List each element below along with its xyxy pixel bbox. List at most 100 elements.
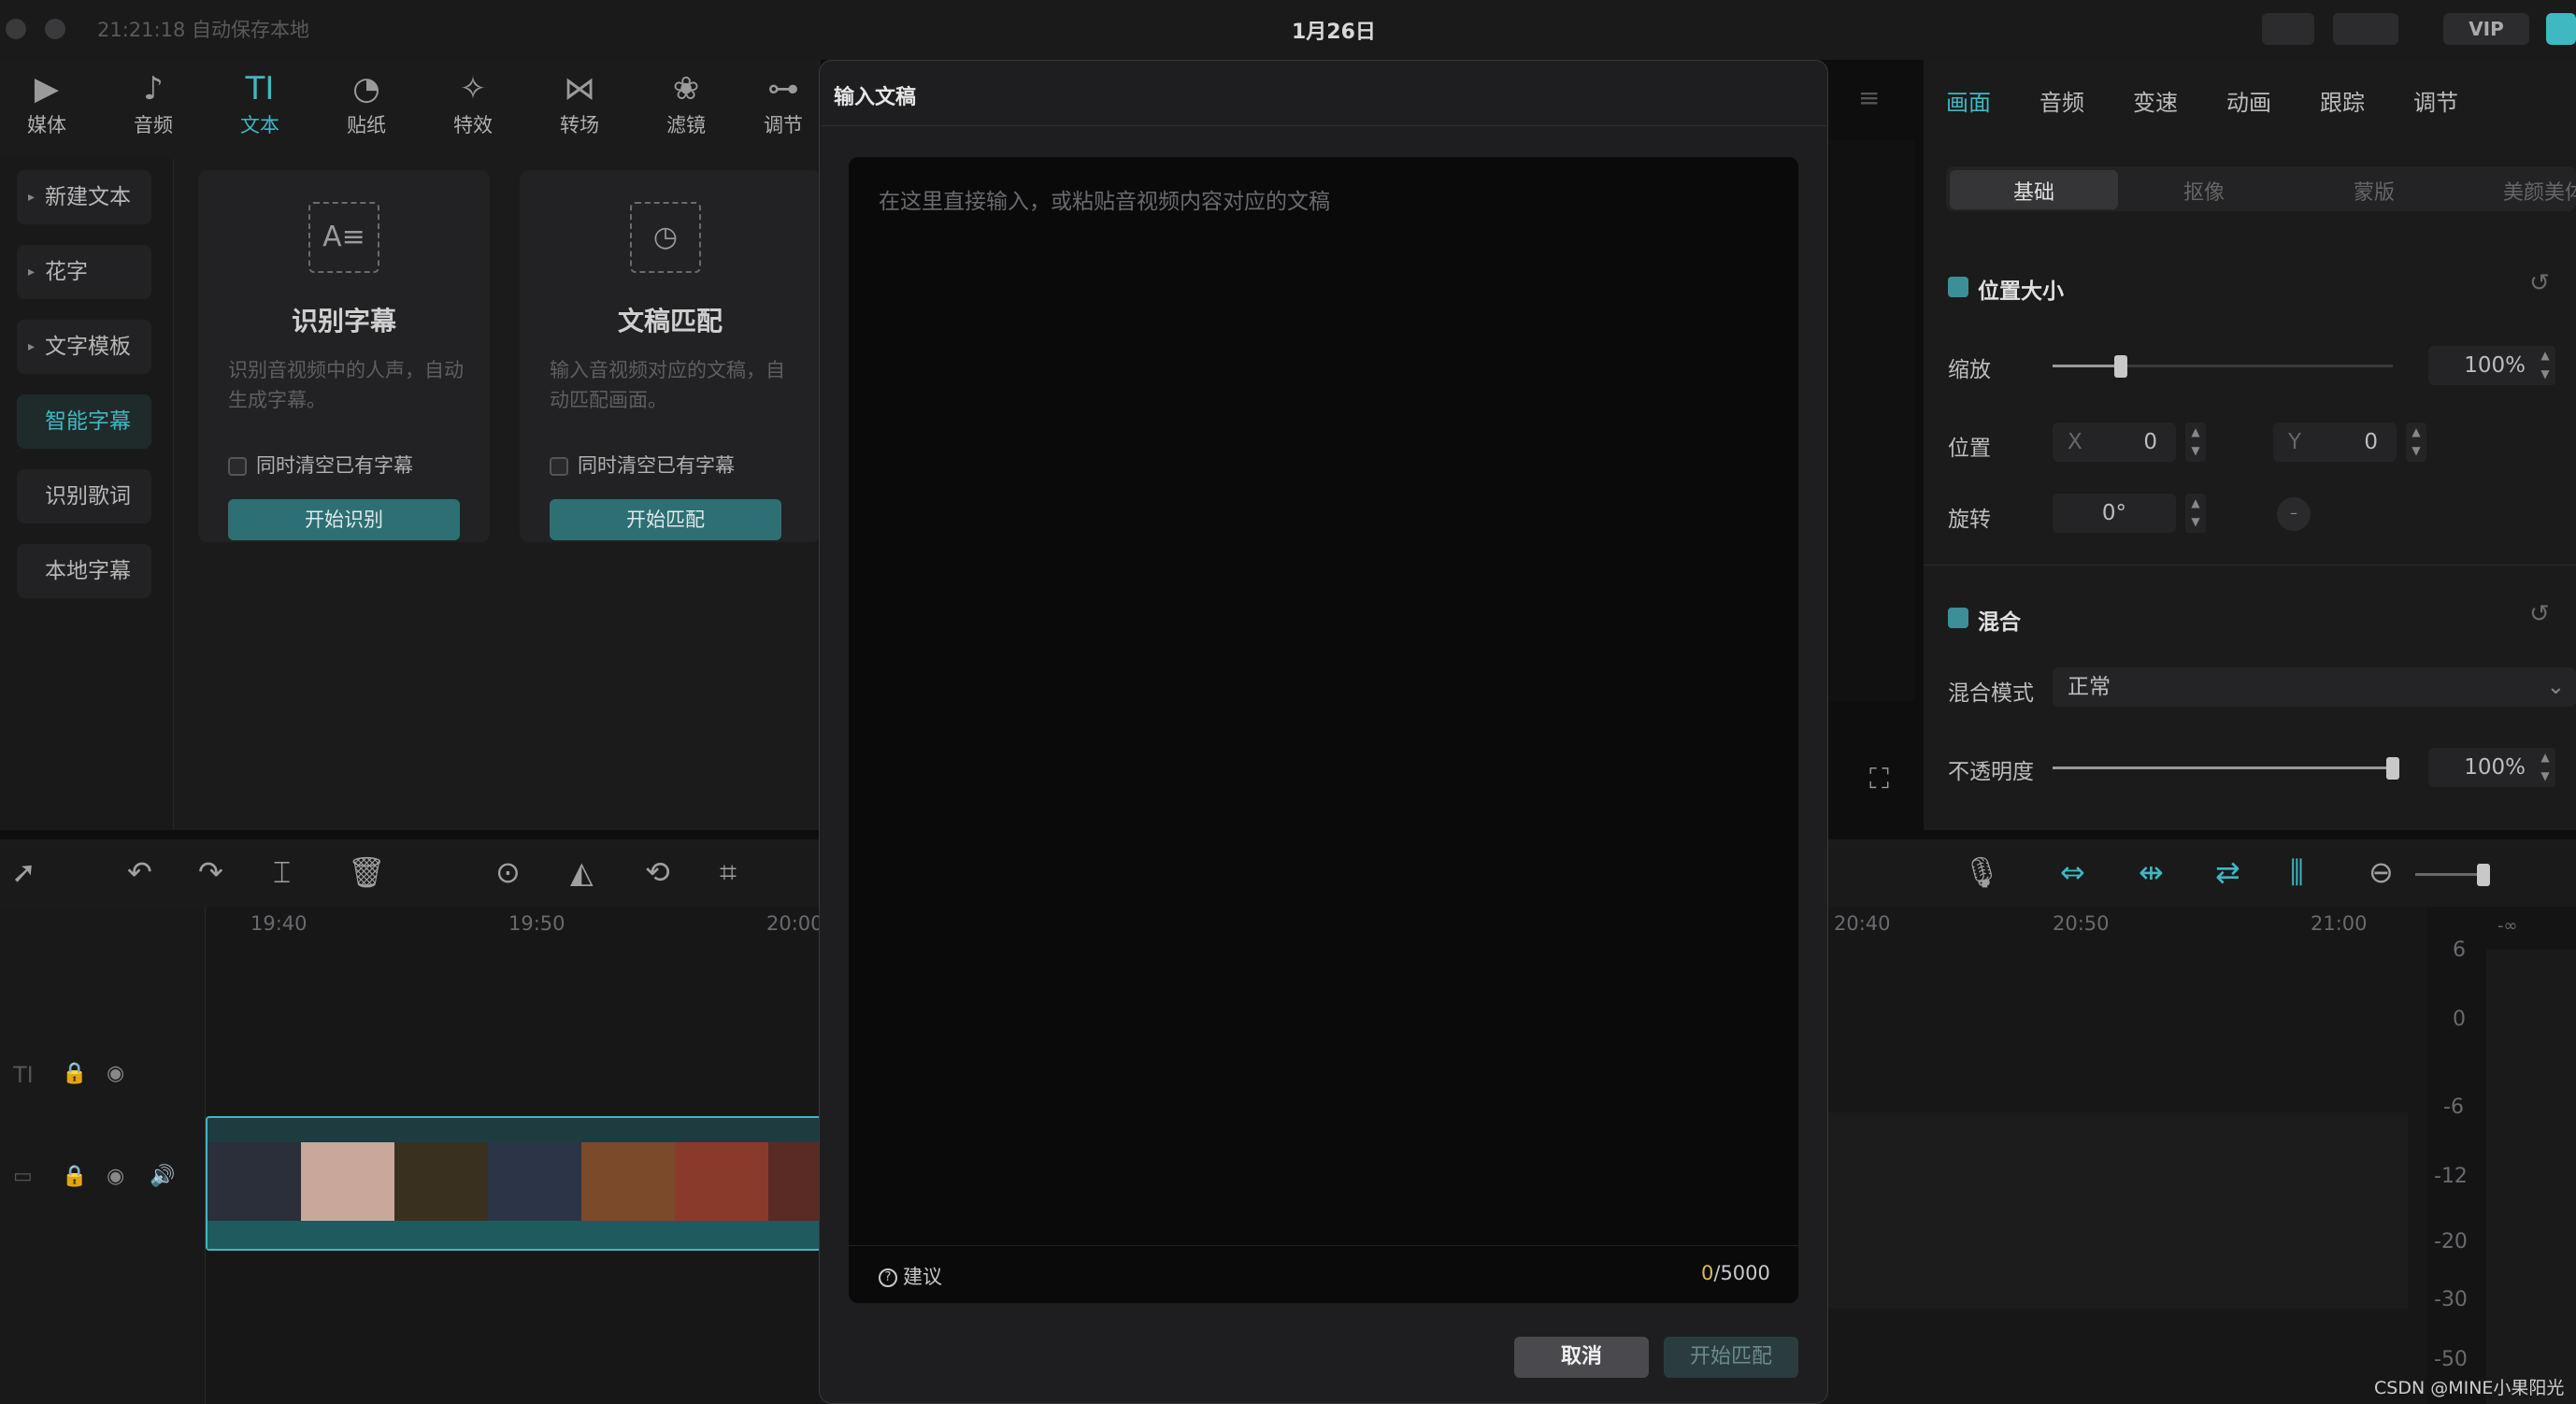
scale-slider-handle[interactable] (2113, 355, 2127, 378)
position-x-stepper[interactable]: ▲ ▼ (2185, 423, 2206, 462)
sidebar-item-local-captions[interactable]: 本地字幕 (17, 544, 151, 598)
segment-beauty[interactable]: 美颜美体 (2503, 176, 2576, 206)
sidebar-item-lyrics[interactable]: 识别歌词 (17, 469, 151, 523)
clip-thumbnail (675, 1142, 768, 1223)
divider (1924, 565, 2576, 566)
select-tool-icon[interactable]: ➚ (11, 854, 36, 890)
position-x-input[interactable]: X0 (2053, 423, 2176, 462)
dialog-title: 输入文稿 (834, 86, 917, 109)
rotate-icon[interactable]: ⟲ (645, 854, 670, 890)
meter-label: -30 (2434, 1288, 2468, 1311)
link-icon[interactable]: ⇔ (2060, 854, 2085, 890)
suggestion-link[interactable]: ? 建议 (879, 1262, 942, 1290)
tab-filter[interactable]: ❀ 滤镜 (639, 67, 733, 138)
layout-icon[interactable] (2333, 13, 2398, 45)
script-textarea[interactable] (849, 157, 1798, 1303)
segment-cutout[interactable]: 抠像 (2183, 176, 2225, 206)
ruler-tick: 20:40 (1834, 912, 1891, 935)
tab-text[interactable]: TI 文本 (213, 67, 307, 138)
sidebar-item-fancy-text[interactable]: ▸ 花字 (17, 245, 151, 299)
tab-animation[interactable]: 动画 (2226, 84, 2271, 117)
effects-icon: ✧ (459, 70, 487, 107)
close-window-button[interactable] (6, 19, 26, 39)
sidebar-item-smart-captions[interactable]: 智能字幕 (17, 394, 151, 449)
eye-icon[interactable]: ◉ (107, 1062, 124, 1085)
play-icon[interactable]: ⊙ (495, 854, 521, 890)
undo-icon[interactable]: ↶ (127, 854, 152, 890)
rotate-dial-icon[interactable]: – (2277, 497, 2311, 531)
reset-icon[interactable]: ↺ (2529, 269, 2550, 297)
caption-recognize-icon: A≡ (308, 202, 379, 273)
tab-adjust-props[interactable]: 调节 (2413, 84, 2458, 117)
blend-mode-label: 混合模式 (1948, 681, 2034, 706)
blend-mode-select[interactable]: 正常 ⌄ (2053, 667, 2576, 707)
crop-icon[interactable]: ⌗ (720, 854, 737, 891)
title-bar (0, 0, 2576, 60)
tab-adjust[interactable]: ⊶ 调节 (746, 67, 821, 138)
vip-badge[interactable]: VIP (2443, 13, 2529, 45)
timeline-track-area (1828, 1112, 2408, 1309)
start-recognize-button[interactable]: 开始识别 (228, 499, 460, 540)
cancel-button[interactable]: 取消 (1514, 1337, 1649, 1378)
tab-transition[interactable]: ⋈ 转场 (533, 67, 626, 138)
ruler-tick: 20:00 (766, 912, 823, 935)
meter-label: 6 (2453, 938, 2466, 962)
position-size-checkbox[interactable] (1948, 277, 1968, 297)
scale-slider-fill (2053, 365, 2121, 367)
sidebar-item-text-template[interactable]: ▸ 文字模板 (17, 320, 151, 374)
mirror-icon[interactable]: ◭ (570, 854, 594, 890)
opacity-stepper[interactable]: ▲ ▼ (2535, 748, 2555, 787)
tab-tracking[interactable]: 跟踪 (2320, 84, 2365, 117)
eye-icon[interactable]: ◉ (107, 1165, 124, 1188)
keyboard-icon[interactable] (2262, 13, 2314, 45)
tab-effects[interactable]: ✧ 特效 (426, 67, 520, 138)
scale-input[interactable]: 100% (2428, 346, 2544, 385)
sidebar-item-new-text[interactable]: ▸ 新建文本 (17, 170, 151, 224)
tab-audio[interactable]: ♪ 音频 (107, 67, 200, 138)
position-y-input[interactable]: Y0 (2273, 423, 2397, 462)
delete-icon[interactable]: 🗑 (348, 854, 386, 890)
minimize-window-button[interactable] (45, 19, 65, 39)
volume-icon[interactable]: 🔊 (150, 1165, 175, 1188)
script-match-card: ◷ 文稿匹配 输入音视频对应的文稿，自动匹配画面。 同时清空已有字幕 开始匹配 (520, 170, 821, 542)
ruler-tick: 21:00 (2311, 912, 2368, 935)
lock-icon[interactable]: 🔒 (62, 1062, 87, 1085)
adjust-icon: ⊶ (767, 70, 799, 107)
tab-media[interactable]: ▶ 媒体 (0, 67, 93, 138)
audio-meter-bars (2486, 950, 2576, 1404)
start-match-button[interactable]: 开始匹配 (550, 499, 781, 540)
tab-speed[interactable]: 变速 (2133, 84, 2178, 117)
start-match-dialog-button[interactable]: 开始匹配 (1664, 1337, 1798, 1378)
lock-icon[interactable]: 🔒 (62, 1165, 87, 1188)
scale-stepper[interactable]: ▲ ▼ (2535, 346, 2555, 385)
snap-icon[interactable]: ⇹ (2139, 854, 2164, 890)
tab-sticker[interactable]: ◔ 贴纸 (320, 67, 413, 138)
preview-axis-icon[interactable]: ⫼ (2290, 854, 2304, 891)
tab-audio-props[interactable]: 音频 (2039, 84, 2084, 117)
opacity-input[interactable]: 100% (2428, 748, 2544, 787)
link-clips-icon[interactable]: ⇄ (2215, 854, 2240, 890)
clear-captions-checkbox[interactable]: 同时清空已有字幕 (550, 451, 735, 479)
clear-captions-checkbox[interactable]: 同时清空已有字幕 (228, 451, 413, 479)
clip-thumbnail (394, 1142, 488, 1223)
ruler-tick: 19:40 (250, 912, 308, 935)
blend-checkbox[interactable] (1948, 608, 1968, 628)
split-icon[interactable]: ⌶ (273, 854, 291, 891)
fullscreen-icon[interactable]: ⛶ (1869, 763, 1889, 795)
sticker-icon: ◔ (352, 70, 380, 107)
export-button[interactable] (2546, 13, 2576, 45)
reset-icon[interactable]: ↺ (2529, 600, 2550, 628)
zoom-out-icon[interactable]: ⊖ (2368, 854, 2394, 890)
zoom-slider-handle[interactable] (2477, 864, 2490, 886)
rotate-input[interactable]: 0° (2053, 494, 2176, 533)
segment-mask[interactable]: 蒙版 (2354, 176, 2395, 206)
redo-icon[interactable]: ↷ (198, 854, 223, 890)
segment-basic[interactable]: 基础 (2013, 176, 2054, 206)
rotate-stepper[interactable]: ▲ ▼ (2185, 494, 2206, 533)
opacity-slider-handle[interactable] (2386, 757, 2399, 780)
microphone-icon[interactable]: 🎙 (1963, 854, 2001, 890)
position-y-stepper[interactable]: ▲ ▼ (2406, 423, 2426, 462)
player-preview (1830, 140, 1914, 701)
tab-picture[interactable]: 画面 (1946, 84, 1991, 117)
menu-icon[interactable]: ≡ (1858, 82, 1880, 113)
